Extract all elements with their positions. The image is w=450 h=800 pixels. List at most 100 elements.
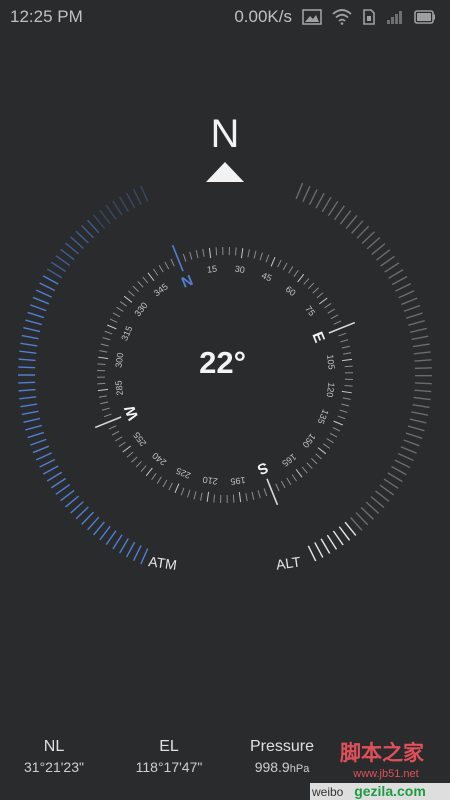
dial-number: 285 (113, 380, 125, 396)
alt-gauge-tick (338, 526, 351, 541)
dial-tick (180, 487, 185, 496)
dial-tick (128, 290, 135, 297)
pressure-unit: hPa (289, 763, 310, 775)
atm-gauge-tick (30, 304, 47, 312)
dial-tick (100, 401, 109, 405)
watermark-cn: 脚本之家 (340, 741, 425, 765)
dial-tick (232, 494, 235, 503)
dial-tick (147, 272, 155, 282)
atm-gauge-tick (93, 521, 105, 536)
atm-gauge-tick (19, 396, 37, 400)
dial-tick (104, 330, 113, 335)
signal-icon (387, 11, 402, 24)
cardinal-e-needle (328, 321, 356, 334)
alt-gauge-tick (308, 189, 318, 206)
dial-tick (151, 473, 157, 481)
alt-gauge-tick (302, 185, 311, 202)
atm-gauge-tick (46, 268, 63, 279)
alt-gauge-tick (380, 255, 395, 267)
dial-tick (323, 443, 331, 449)
dial-tick (206, 491, 210, 502)
compass[interactable]: N 15 30 45 60 75 105 120 135 150 165 195 210 225 240 2… (0, 100, 450, 600)
dial-tick (187, 489, 191, 498)
alt-gauge-tick (391, 465, 407, 476)
battery-icon (414, 10, 435, 24)
atm-gauge-tick (51, 477, 67, 489)
dial-tick (137, 281, 144, 288)
alt-label: ALT (275, 553, 302, 572)
sim-icon (363, 9, 375, 25)
atm-gauge-tick (27, 311, 45, 319)
alt-gauge-tick (320, 538, 331, 554)
status-time: 12:25 PM (10, 7, 83, 26)
alt-gauge-tick (411, 335, 429, 341)
watermark-site2: gezila.com (354, 783, 426, 799)
dial-tick (238, 492, 242, 503)
atm-gauge-tick (23, 327, 41, 333)
dial-tick (240, 248, 244, 259)
status-icons: 0.00K/s (234, 7, 436, 27)
dial-tick (247, 249, 250, 258)
atm-gauge-tick (81, 511, 94, 525)
dial-tick (100, 343, 109, 347)
atm-gauge-tick (51, 261, 67, 273)
dial-tick (98, 395, 107, 398)
pressure-label: Pressure (249, 738, 315, 755)
dial-number: 120 (325, 382, 337, 398)
atm-gauge-tick (70, 501, 84, 514)
longitude-value: 118°17'47" (135, 759, 203, 775)
dial-tick (208, 247, 212, 258)
dial-tick (288, 266, 294, 274)
dial-tick (280, 480, 286, 489)
cardinal-w-needle (94, 416, 122, 429)
cardinal-w-label: W (121, 402, 142, 422)
atm-gauge-tick (105, 530, 117, 545)
alt-gauge-tick (345, 215, 358, 230)
dial-tick (277, 259, 282, 268)
dial-tick (315, 453, 322, 460)
dial-tick (306, 462, 313, 469)
dial-number: 255 (131, 430, 148, 448)
atm-gauge-tick (105, 205, 117, 220)
alt-gauge-tick (361, 231, 375, 244)
dial-number: 210 (202, 475, 218, 487)
alt-gauge-tick (414, 367, 432, 370)
latitude-label: NL (43, 738, 65, 755)
alt-gauge-tick (365, 501, 380, 515)
dial-tick (200, 492, 203, 501)
alt-gauge-tick (332, 530, 344, 546)
atm-gauge-tick (42, 465, 59, 475)
cardinal-e-label: E (308, 330, 328, 346)
dial-tick (164, 261, 170, 270)
atm-gauge-tick (99, 209, 111, 225)
atm-gauge-tick (20, 342, 38, 347)
dial-tick (195, 250, 199, 259)
dial-tick (275, 483, 280, 492)
latitude-value: 31°21'23" (24, 759, 84, 775)
dial-tick (253, 250, 257, 259)
dial-tick (307, 282, 315, 290)
dial-number: 300 (113, 352, 125, 368)
alt-gauge-tick (356, 225, 370, 239)
dial-tick (112, 312, 121, 318)
dial-tick (215, 247, 218, 256)
dial-tick (168, 482, 173, 491)
alt-gauge-tick (351, 220, 364, 234)
dial-tick (109, 318, 118, 323)
atm-gauge-tick (140, 185, 149, 202)
dial-tick (103, 413, 112, 418)
network-speed: 0.00K/s (234, 7, 292, 26)
dial-tick (344, 365, 353, 368)
dial-tick (245, 493, 248, 502)
dial-number: 105 (325, 354, 337, 370)
atm-gauge-tick (93, 214, 105, 229)
dial-tick (170, 258, 175, 267)
atm-gauge-tick (18, 388, 36, 392)
atm-gauge-tick (18, 358, 36, 362)
dial-tick (126, 451, 134, 458)
compass-dial[interactable]: N 15 304560751051201351501651952102252402… (0, 100, 450, 600)
dial-number: 195 (230, 475, 246, 487)
atm-gauge-tick (18, 381, 36, 384)
atm-gauge-tick (46, 471, 63, 482)
alt-gauge-tick (295, 182, 304, 200)
